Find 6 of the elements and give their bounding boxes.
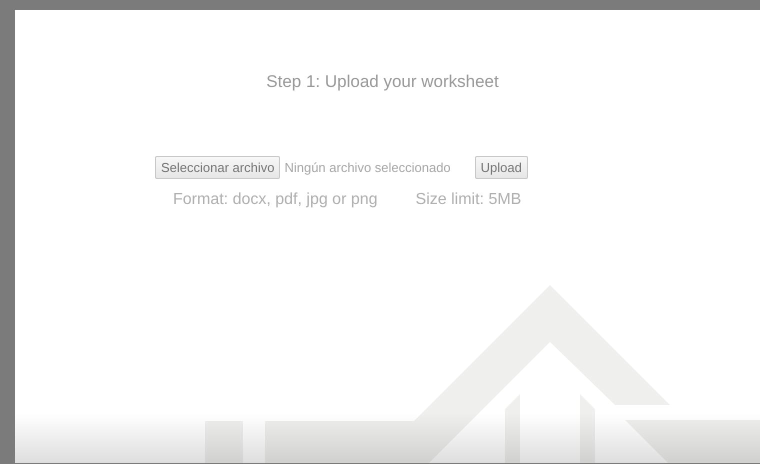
file-status-text: Ningún archivo seleccionado (284, 160, 451, 175)
choose-file-button[interactable]: Seleccionar archivo (155, 156, 280, 179)
upload-button[interactable]: Upload (474, 156, 528, 179)
size-limit-note: Size limit: 5MB (416, 191, 522, 209)
format-note: Format: docx, pdf, jpg or png (173, 191, 378, 209)
step-heading: Step 1: Upload your worksheet (265, 71, 500, 92)
